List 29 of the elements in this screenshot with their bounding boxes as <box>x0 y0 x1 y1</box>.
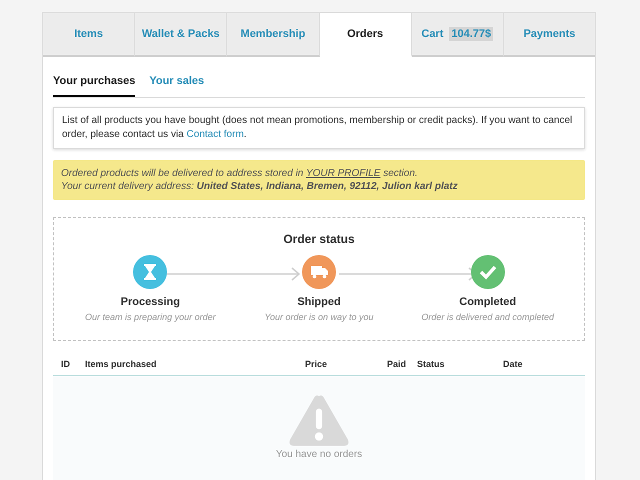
tab[interactable]: Orders <box>320 13 412 57</box>
column-header: ID <box>61 359 71 369</box>
column-header: Price <box>305 359 328 369</box>
step-caption: Our team is preparing your order <box>85 312 216 322</box>
step-title: Processing <box>120 296 180 308</box>
tab[interactable]: Items <box>43 13 136 57</box>
column-header: Items purchased <box>85 359 158 369</box>
column-header: Paid <box>387 359 408 369</box>
order-status-title: Order status <box>282 232 356 246</box>
tab[interactable]: Membership <box>227 13 320 57</box>
tab[interactable]: Wallet & Packs <box>135 13 228 57</box>
address-text: Your current delivery address: United States, Indiana, Bremen, 92112, Julion karl platz <box>61 180 459 193</box>
step-caption: Order is delivered and completed <box>421 312 554 322</box>
contact-link[interactable]: Contact form <box>186 129 244 140</box>
notice-text: Ordered products will be delivered to address stored in YOUR PROFILE section. <box>61 167 419 180</box>
tab[interactable]: Payments <box>504 13 596 57</box>
empty-message: You have no orders <box>276 449 362 460</box>
column-header: Date <box>503 359 524 369</box>
warning-icon <box>288 394 350 446</box>
step-title: Completed <box>459 296 516 308</box>
profile-link[interactable]: YOUR PROFILE <box>306 168 380 179</box>
subtab[interactable]: Your purchases <box>53 71 136 97</box>
step-caption: Your order is on way to you <box>264 312 374 322</box>
step-title: Shipped <box>297 296 341 308</box>
cart-total: 104.77$ <box>449 27 494 41</box>
info-text: List of all products you have bought (does not mean promotions, membership or credit packs). If you want to cancel order, please contact us via Contact form. <box>62 114 574 142</box>
subtab[interactable]: Your sales <box>149 71 204 97</box>
tab[interactable]: Cart 104.77$ <box>412 13 504 57</box>
column-header: Status <box>417 359 446 369</box>
